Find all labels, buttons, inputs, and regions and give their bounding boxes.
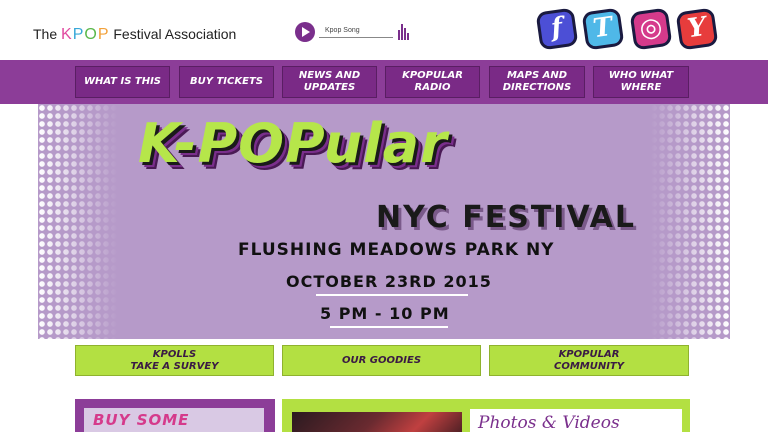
- community-label-1: KPOPULAR: [558, 348, 620, 360]
- buy-some-panel[interactable]: BUY SOME: [75, 399, 275, 432]
- social-links: f T ◎ Y G: [535, 7, 746, 51]
- hero-date: OCTOBER 23RD 2015: [286, 272, 492, 291]
- media-script-banner: Photos & Videos: [470, 409, 682, 432]
- youtube-icon[interactable]: Y: [675, 7, 719, 51]
- media-panel[interactable]: Photos & Videos: [282, 399, 690, 432]
- divider: [330, 326, 448, 328]
- halftone-dots-right: [650, 104, 730, 339]
- nav-who-what-where[interactable]: Who What Where: [593, 66, 689, 98]
- survey-label: TAKE A SURVEY: [130, 360, 219, 372]
- twitter-icon[interactable]: T: [581, 7, 625, 51]
- play-button[interactable]: [295, 22, 315, 42]
- kpolls-label: KPOLLS: [152, 348, 197, 360]
- hero-banner: K-POPular NYC FESTIVAL FLUSHING MEADOWS …: [38, 104, 730, 339]
- equalizer-icon: [398, 24, 410, 40]
- kpopular-community-button[interactable]: KPOPULAR COMMUNITY: [489, 345, 689, 376]
- song-progress-track[interactable]: [319, 37, 393, 38]
- kpolls-survey-button[interactable]: KPOLLS TAKE A SURVEY: [75, 345, 274, 376]
- instagram-icon[interactable]: ◎: [629, 7, 673, 51]
- concert-photo: [292, 412, 462, 432]
- halftone-dots-left: [38, 104, 118, 339]
- hero-title: K-POPular: [138, 112, 448, 175]
- page: The KPOP Festival Association Kpop Song …: [0, 0, 768, 432]
- brand-kpop: KPOP: [61, 26, 110, 43]
- nav-what-is-this[interactable]: What is this: [75, 66, 170, 98]
- facebook-icon[interactable]: f: [535, 7, 579, 51]
- nav-kpopular-radio[interactable]: KPOPULAR Radio: [385, 66, 480, 98]
- community-label-2: COMMUNITY: [553, 360, 624, 372]
- hero-time: 5 PM - 10 PM: [320, 304, 450, 323]
- hero-location: FLUSHING MEADOWS PARK NY: [238, 240, 555, 260]
- media-script-text: Photos & Videos: [478, 413, 620, 432]
- our-goodies-button[interactable]: OUR GOODIES: [282, 345, 481, 376]
- nav-news-updates[interactable]: News and Updates: [282, 66, 377, 98]
- nav-buy-tickets[interactable]: Buy Tickets: [179, 66, 274, 98]
- main-nav: What is this Buy Tickets News and Update…: [0, 60, 768, 104]
- brand-rest: Festival Association: [113, 26, 237, 42]
- nav-maps-directions[interactable]: Maps and Directions: [489, 66, 585, 98]
- buy-some-text: BUY SOME: [93, 411, 190, 429]
- hero-subtitle: NYC FESTIVAL: [376, 200, 636, 235]
- site-brand[interactable]: The KPOP Festival Association: [33, 26, 236, 44]
- music-player: Kpop Song: [295, 22, 415, 42]
- brand-the: The: [33, 26, 58, 42]
- song-title: Kpop Song: [325, 27, 360, 34]
- divider: [316, 294, 468, 296]
